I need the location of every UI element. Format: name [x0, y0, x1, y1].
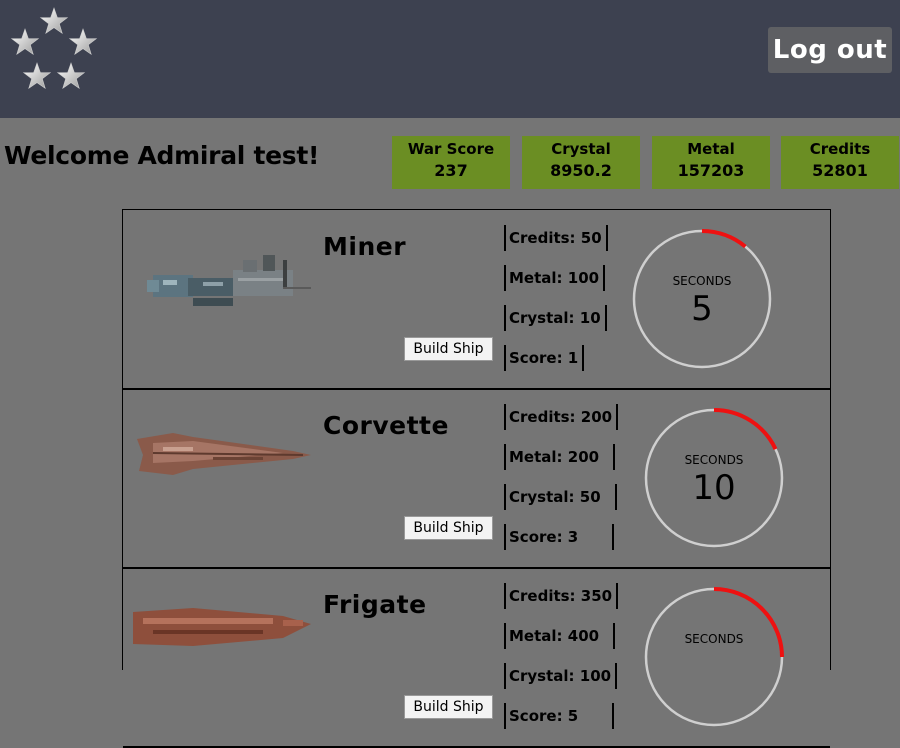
- welcome-heading: Welcome Admiral test!: [4, 141, 320, 170]
- cost-score: Score: 5: [504, 703, 615, 729]
- stat-label: Metal: [687, 140, 735, 158]
- timer-value: 10: [692, 468, 736, 508]
- timer-label: SECONDS: [684, 632, 744, 646]
- ship-row-miner: Miner Build Ship Credits: 50 Metal: 100 …: [123, 210, 830, 390]
- stat-value: 237: [434, 161, 468, 180]
- miner-ship-image: [147, 255, 311, 306]
- cost-credits: Credits: 200: [504, 404, 619, 430]
- stat-label: Crystal: [551, 140, 611, 158]
- logout-button[interactable]: Log out: [768, 27, 892, 73]
- cost-metal: Metal: 400: [504, 623, 616, 649]
- ship-name: Corvette: [323, 411, 449, 440]
- cost-crystal: Crystal: 100: [504, 663, 618, 689]
- build-timer: SECONDS 5: [632, 229, 772, 369]
- build-timer: SECONDS: [644, 587, 784, 727]
- stat-value: 52801: [812, 161, 868, 180]
- ship-name: Miner: [323, 232, 407, 261]
- cost-metal: Metal: 200: [504, 444, 616, 470]
- cost-credits: Credits: 50: [504, 225, 608, 251]
- ship-list: Miner Build Ship Credits: 50 Metal: 100 …: [122, 209, 831, 748]
- timer-value: 5: [691, 289, 713, 329]
- stat-label: War Score: [407, 140, 495, 158]
- cost-metal: Metal: 100: [504, 265, 606, 291]
- build-ship-button[interactable]: Build Ship: [404, 695, 493, 719]
- cost-credits: Credits: 350: [504, 583, 619, 609]
- build-timer: SECONDS 10: [644, 408, 784, 548]
- cost-crystal: Crystal: 10: [504, 305, 607, 331]
- cost-score: Score: 1: [504, 345, 585, 371]
- stat-metal: Metal 157203: [652, 136, 770, 189]
- stat-war-score: War Score 237: [392, 136, 510, 189]
- top-header: Log out: [0, 0, 900, 118]
- timer-label: SECONDS: [684, 453, 744, 467]
- ship-row-corvette: Corvette Build Ship Credits: 200 Metal: …: [123, 389, 830, 569]
- timer-label: SECONDS: [672, 274, 732, 288]
- stat-crystal: Crystal 8950.2: [522, 136, 640, 189]
- cost-crystal: Crystal: 50: [504, 484, 617, 510]
- stat-value: 157203: [677, 161, 745, 180]
- frigate-ship-image: [133, 608, 311, 646]
- build-ship-button[interactable]: Build Ship: [404, 337, 493, 361]
- ship-name: Frigate: [323, 590, 427, 619]
- ship-row-frigate: Frigate Build Ship Credits: 350 Metal: 4…: [123, 568, 830, 748]
- stat-label: Credits: [809, 140, 871, 158]
- stat-credits: Credits 52801: [781, 136, 899, 189]
- build-ship-button[interactable]: Build Ship: [404, 516, 493, 540]
- corvette-ship-image: [137, 433, 311, 475]
- cost-score: Score: 3: [504, 524, 615, 550]
- five-stars-icon: [11, 7, 97, 89]
- stat-value: 8950.2: [550, 161, 612, 180]
